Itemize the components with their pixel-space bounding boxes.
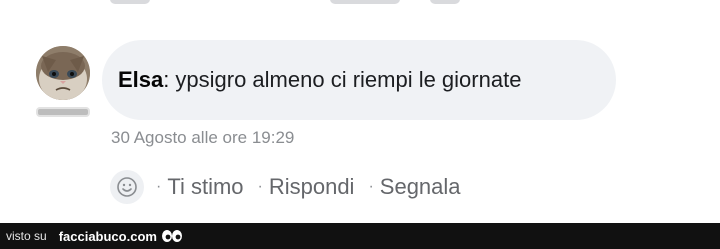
action-separator: ·: [156, 178, 162, 195]
eyes-icon: [161, 228, 183, 244]
report-link[interactable]: Segnala: [380, 174, 461, 200]
like-link[interactable]: Ti stimo: [167, 174, 243, 200]
action-separator: ·: [368, 178, 374, 195]
author-separator: :: [163, 67, 170, 92]
site-name[interactable]: facciabuco.com: [59, 229, 157, 244]
reaction-button[interactable]: [110, 170, 144, 204]
watermark-bar: visto su facciabuco.com: [0, 223, 720, 249]
comment-text: ypsigro almeno ci riempi le giornate: [175, 67, 522, 92]
comment-timestamp[interactable]: 30 Agosto alle ore 19:29: [111, 128, 294, 148]
smiley-icon: [117, 177, 137, 197]
avatar-status-bar: [36, 107, 90, 117]
grumpy-cat-avatar: [36, 46, 90, 100]
previous-comment-fragment: [110, 0, 470, 6]
action-separator: ·: [257, 178, 263, 195]
avatar[interactable]: [36, 46, 90, 100]
comment-bubble: Elsa : ypsigro almeno ci riempi le giorn…: [102, 40, 616, 120]
comment-actions: · Ti stimo · Rispondi · Segnala: [110, 170, 461, 204]
seen-on-label: visto su: [6, 229, 47, 243]
reply-link[interactable]: Rispondi: [269, 174, 355, 200]
comment-author[interactable]: Elsa: [118, 67, 163, 93]
